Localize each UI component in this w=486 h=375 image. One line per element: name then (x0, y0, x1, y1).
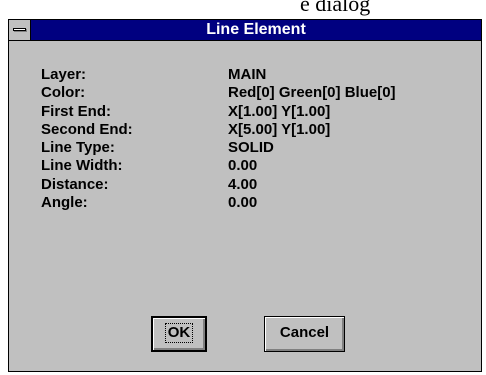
system-menu-icon (13, 28, 26, 31)
property-row-distance: Distance: 4.00 (41, 176, 471, 194)
property-row-angle: Angle: 0.00 (41, 194, 471, 212)
property-value: MAIN (228, 66, 267, 83)
property-label: Line Type: (41, 139, 115, 157)
line-element-dialog: Line Element Layer: MAIN Color: Red[0] G… (8, 19, 482, 372)
cancel-button-label: Cancel (279, 324, 330, 341)
property-value: 0.00 (228, 157, 258, 175)
property-label: Distance: (41, 175, 109, 193)
page-caption-fragment: e dialog (0, 0, 486, 19)
title-bar[interactable]: Line Element (9, 20, 481, 41)
window-title: Line Element (206, 21, 306, 38)
ok-button[interactable]: OK (151, 316, 207, 352)
property-row-line-width: Line Width: 0.00 (41, 157, 471, 175)
system-menu-button[interactable] (9, 20, 31, 40)
property-label: Color: (41, 84, 86, 102)
property-row-color: Color: Red[0] Green[0] Blue[0] (41, 84, 471, 102)
property-value: X[1.00] Y[1.00] (228, 102, 331, 120)
property-value: X[5.00] Y[1.00] (228, 120, 331, 138)
properties-list: Layer: MAIN Color: Red[0] Green[0] Blue[… (41, 66, 471, 212)
property-value: Red[0] Green[0] Blue[0] (228, 84, 396, 102)
property-value: SOLID (228, 139, 274, 157)
property-label: Line Width: (41, 157, 123, 175)
caption-fragment-text: e dialog (300, 0, 371, 16)
property-row-first-end: First End: X[1.00] Y[1.00] (41, 103, 471, 121)
property-value: 4.00 (228, 175, 258, 193)
property-label: Second End: (41, 120, 133, 138)
property-row-second-end: Second End: X[5.00] Y[1.00] (41, 121, 471, 139)
property-row-line-type: Line Type: SOLID (41, 139, 471, 157)
property-label: First End: (41, 102, 111, 120)
property-label: Layer: (41, 66, 87, 83)
property-label: Angle: (41, 194, 88, 212)
ok-button-label: OK (164, 323, 194, 343)
cancel-button[interactable]: Cancel (264, 316, 345, 352)
property-row-layer: Layer: MAIN (41, 66, 471, 84)
property-value: 0.00 (228, 194, 258, 212)
